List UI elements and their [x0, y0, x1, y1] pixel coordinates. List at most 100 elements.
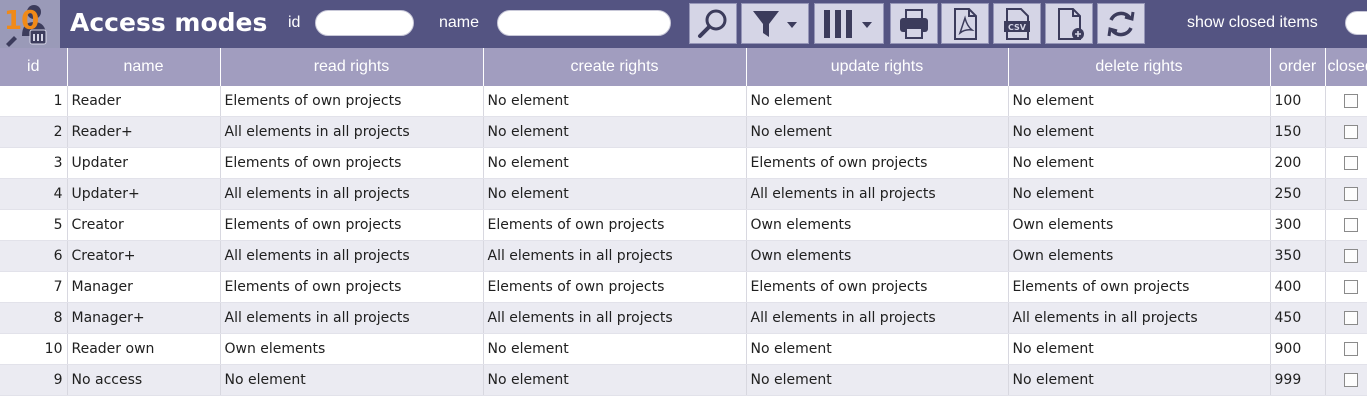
columns-menu-button[interactable]	[814, 3, 884, 44]
new-item-icon	[1058, 7, 1084, 40]
cell-delete-rights: No element	[1008, 333, 1271, 365]
column-header-order[interactable]: order	[1270, 48, 1326, 86]
filter-name-input[interactable]	[497, 10, 671, 36]
cell-read-rights: Elements of own projects	[220, 86, 484, 117]
closed-checkbox[interactable]	[1343, 94, 1358, 108]
show-closed-label: show closed items	[1187, 14, 1318, 31]
cell-name: No access	[67, 364, 221, 396]
top-bar: 10 Access modes id name CSV show closed …	[0, 0, 1367, 48]
access-modes-table: id name read rights create rights update…	[0, 48, 1367, 396]
cell-create-rights: No element	[483, 178, 747, 210]
cell-name: Reader	[67, 86, 221, 117]
closed-checkbox[interactable]	[1343, 125, 1358, 139]
columns-icon	[824, 9, 872, 38]
filter-menu-button[interactable]	[741, 3, 809, 44]
app-logo[interactable]: 10	[0, 0, 60, 48]
cell-delete-rights: No element	[1008, 178, 1271, 210]
cell-order: 900	[1270, 333, 1326, 365]
column-header-update-rights[interactable]: update rights	[746, 48, 1009, 86]
cell-delete-rights: Elements of own projects	[1008, 271, 1271, 303]
cell-read-rights: Elements of own projects	[220, 271, 484, 303]
export-csv-button[interactable]: CSV	[993, 3, 1041, 44]
table-row[interactable]: 3 Updater Elements of own projects No eleme…	[0, 147, 1367, 179]
cell-delete-rights: No element	[1008, 147, 1271, 179]
cell-update-rights: No element	[746, 86, 1009, 117]
chevron-down-icon	[862, 21, 872, 28]
cell-id: 10	[0, 333, 68, 365]
closed-checkbox[interactable]	[1343, 280, 1358, 294]
cell-create-rights: All elements in all projects	[483, 302, 747, 334]
table-row[interactable]: 4 Updater+ All elements in all projects No …	[0, 178, 1367, 210]
cell-name: Creator	[67, 209, 221, 241]
cell-update-rights: All elements in all projects	[746, 178, 1009, 210]
column-header-name[interactable]: name	[67, 48, 221, 86]
table-row[interactable]: 1 Reader Elements of own projects No elemen…	[0, 86, 1367, 117]
column-header-read-rights[interactable]: read rights	[220, 48, 484, 86]
cell-closed	[1325, 116, 1367, 148]
cell-delete-rights: Own elements	[1008, 209, 1271, 241]
table-row[interactable]: 10 Reader own Own elements No element No ele…	[0, 333, 1367, 365]
closed-checkbox[interactable]	[1343, 311, 1358, 325]
table-row[interactable]: 5 Creator Elements of own projects Elements…	[0, 209, 1367, 241]
cell-delete-rights: No element	[1008, 86, 1271, 117]
closed-checkbox[interactable]	[1343, 249, 1358, 263]
cell-name: Manager+	[67, 302, 221, 334]
closed-checkbox[interactable]	[1343, 156, 1358, 170]
closed-checkbox[interactable]	[1343, 187, 1358, 201]
refresh-button[interactable]	[1097, 3, 1145, 44]
cell-create-rights: Elements of own projects	[483, 209, 747, 241]
cell-name: Updater+	[67, 178, 221, 210]
cell-id: 7	[0, 271, 68, 303]
cell-order: 999	[1270, 364, 1326, 396]
cell-read-rights: No element	[220, 364, 484, 396]
cell-closed	[1325, 333, 1367, 365]
closed-checkbox[interactable]	[1343, 373, 1358, 387]
search-icon	[698, 9, 727, 38]
cell-id: 8	[0, 302, 68, 334]
cell-id: 2	[0, 116, 68, 148]
table-row[interactable]: 6 Creator+ All elements in all projects All…	[0, 240, 1367, 272]
logo-number: 10	[4, 6, 39, 36]
cell-update-rights: All elements in all projects	[746, 302, 1009, 334]
cell-delete-rights: Own elements	[1008, 240, 1271, 272]
cell-update-rights: No element	[746, 116, 1009, 148]
table-row[interactable]: 9 No access No element No element No element…	[0, 364, 1367, 396]
pdf-icon	[954, 7, 977, 40]
table-row[interactable]: 2 Reader+ All elements in all projects No e…	[0, 116, 1367, 148]
cell-order: 350	[1270, 240, 1326, 272]
cell-closed	[1325, 147, 1367, 179]
closed-checkbox[interactable]	[1343, 218, 1358, 232]
table-row[interactable]: 7 Manager Elements of own projects Elements…	[0, 271, 1367, 303]
cell-order: 450	[1270, 302, 1326, 334]
table-row[interactable]: 8 Manager+ All elements in all projects All…	[0, 302, 1367, 334]
cell-create-rights: No element	[483, 333, 747, 365]
column-header-closed[interactable]: closed	[1325, 48, 1367, 86]
print-button[interactable]	[890, 3, 938, 44]
column-header-create-rights[interactable]: create rights	[483, 48, 747, 86]
cell-create-rights: All elements in all projects	[483, 240, 747, 272]
export-pdf-button[interactable]	[941, 3, 989, 44]
cell-order: 300	[1270, 209, 1326, 241]
cell-id: 3	[0, 147, 68, 179]
closed-checkbox[interactable]	[1343, 342, 1358, 356]
column-header-delete-rights[interactable]: delete rights	[1008, 48, 1271, 86]
cell-name: Reader own	[67, 333, 221, 365]
cell-create-rights: No element	[483, 86, 747, 117]
cell-read-rights: All elements in all projects	[220, 240, 484, 272]
cell-name: Updater	[67, 147, 221, 179]
search-button[interactable]	[689, 3, 737, 44]
show-closed-toggle[interactable]	[1345, 11, 1367, 35]
cell-id: 5	[0, 209, 68, 241]
cell-delete-rights: All elements in all projects	[1008, 302, 1271, 334]
cell-update-rights: Elements of own projects	[746, 271, 1009, 303]
filter-id-input[interactable]	[315, 10, 414, 36]
cell-delete-rights: No element	[1008, 364, 1271, 396]
cell-closed	[1325, 209, 1367, 241]
new-item-button[interactable]	[1045, 3, 1093, 44]
column-header-id[interactable]: id	[0, 48, 68, 86]
svg-text:CSV: CSV	[1008, 23, 1027, 32]
cell-closed	[1325, 302, 1367, 334]
cell-order: 200	[1270, 147, 1326, 179]
cell-create-rights: No element	[483, 147, 747, 179]
cell-id: 1	[0, 86, 68, 117]
